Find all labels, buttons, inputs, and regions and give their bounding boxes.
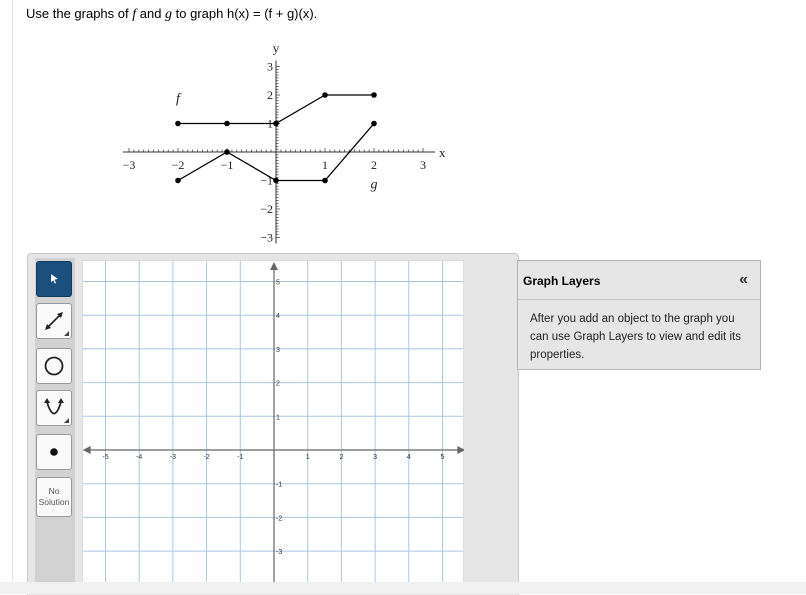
point-icon bbox=[50, 448, 58, 456]
x-tick-label: 1 bbox=[322, 158, 328, 172]
data-point-g bbox=[175, 177, 181, 184]
grid-y-tick-label: -2 bbox=[276, 515, 282, 522]
question-g: g bbox=[165, 7, 173, 22]
bottom-scroll-area bbox=[0, 582, 806, 594]
question-middle: to graph bbox=[172, 6, 227, 21]
reference-graph: −3 −2 −1 1 2 3321−1−2−3xyfg bbox=[123, 41, 446, 245]
data-point-g bbox=[224, 149, 230, 155]
grid-y-tick-label: 5 bbox=[276, 280, 280, 287]
parabola-tool-button[interactable] bbox=[36, 390, 72, 426]
question-prefix: Use the graphs of bbox=[26, 6, 133, 21]
data-point-f bbox=[224, 120, 230, 127]
select-tool-button[interactable] bbox=[36, 261, 72, 297]
point-tool-button[interactable] bbox=[36, 434, 72, 470]
line-tool-button[interactable] bbox=[36, 303, 72, 339]
x-tick-label: 3 bbox=[420, 158, 426, 172]
question-and: and bbox=[136, 6, 166, 21]
graph-layers-header: Graph Layers « bbox=[518, 261, 760, 300]
question-formula: h(x) = (f + g)(x). bbox=[226, 6, 318, 21]
y-tick-label: −3 bbox=[260, 231, 273, 245]
grid-x-tick-label: 1 bbox=[306, 454, 310, 461]
circle-icon bbox=[44, 356, 64, 376]
grid-x-tick-label: 5 bbox=[441, 454, 445, 461]
circle-tool-button[interactable] bbox=[36, 348, 72, 384]
y-tick-label: −2 bbox=[260, 202, 273, 216]
graphing-canvas[interactable]: -5-4-3-2-11234554321-1-2-3-4 bbox=[82, 260, 464, 594]
f-series-label: f bbox=[176, 92, 182, 107]
collapse-icon[interactable]: « bbox=[739, 271, 748, 289]
left-border bbox=[12, 0, 13, 594]
data-point-f bbox=[322, 92, 328, 98]
grid-x-tick-label: 4 bbox=[407, 454, 411, 461]
grid-x-tick-label: -2 bbox=[203, 454, 209, 461]
grid-y-tick-label: -1 bbox=[276, 482, 282, 489]
no-solution-label-1: No bbox=[48, 486, 60, 496]
line-segment-icon bbox=[45, 312, 63, 330]
x-tick-label: −2 bbox=[172, 158, 185, 172]
data-point-f bbox=[273, 120, 279, 127]
arrow-cursor-icon bbox=[51, 274, 58, 284]
x-axis-label: x bbox=[439, 145, 446, 160]
grid-x-tick-label: -1 bbox=[237, 454, 243, 461]
question-prompt: Use the graphs of f and g to graph h(x) … bbox=[26, 6, 317, 23]
data-point-g bbox=[273, 177, 279, 184]
x-tick-label: −3 bbox=[123, 158, 136, 172]
x-tick-label: 2 bbox=[371, 158, 377, 172]
data-point-g bbox=[371, 120, 377, 127]
graph-layers-panel: Graph Layers « After you add an object t… bbox=[517, 260, 761, 370]
y-tick-label: 3 bbox=[267, 60, 273, 74]
grid-y-tick-label: -3 bbox=[276, 549, 282, 556]
no-solution-button[interactable]: No Solution bbox=[36, 477, 72, 517]
y-axis-label: y bbox=[273, 41, 280, 56]
graph-layers-description: After you add an object to the graph you… bbox=[530, 313, 741, 361]
grid-x-tick-label: -4 bbox=[136, 454, 142, 461]
x-tick-label: −1 bbox=[221, 158, 234, 172]
g-series-label: g bbox=[371, 178, 378, 193]
data-point-f bbox=[371, 92, 377, 98]
y-tick-label: 2 bbox=[267, 88, 273, 102]
grid-x-tick-label: -3 bbox=[170, 454, 176, 461]
data-point-f bbox=[175, 120, 181, 127]
grid-y-tick-label: 3 bbox=[276, 347, 280, 354]
grid-x-tick-label: -5 bbox=[102, 454, 108, 461]
more-options-icon bbox=[64, 331, 69, 336]
grid-y-tick-label: 1 bbox=[276, 414, 280, 421]
graph-layers-title: Graph Layers bbox=[523, 274, 601, 288]
grid-x-tick-label: 2 bbox=[339, 454, 343, 461]
data-point-g bbox=[322, 177, 328, 184]
grid-x-tick-label: 3 bbox=[373, 454, 377, 461]
more-options-icon bbox=[64, 418, 69, 423]
no-solution-label-2: Solution bbox=[38, 497, 70, 507]
grid-y-tick-label: 2 bbox=[276, 381, 280, 388]
grid-y-tick-label: 4 bbox=[276, 313, 280, 320]
